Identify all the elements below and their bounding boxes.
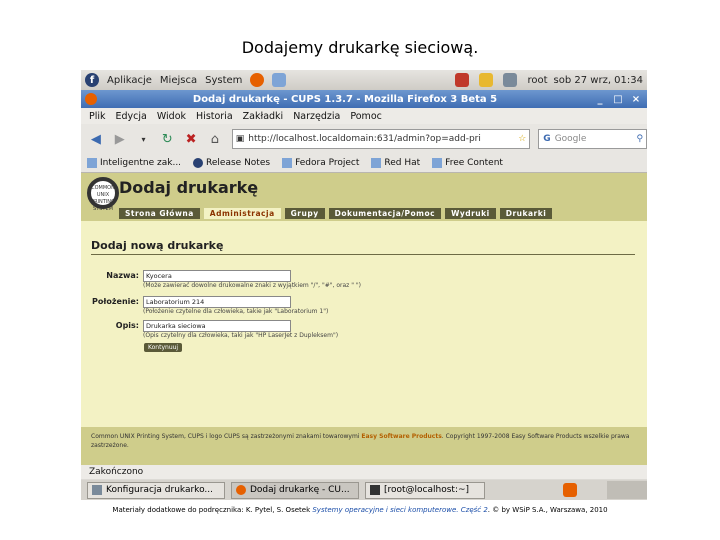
mail-launcher-icon[interactable]	[272, 73, 287, 87]
folder-icon	[432, 158, 443, 168]
fedora-logo-icon[interactable]: f	[85, 73, 99, 87]
home-icon[interactable]: ⌂	[206, 130, 224, 148]
status-bar: Zakończono	[81, 465, 647, 479]
footer-text: Common UNIX Printing System, CUPS i logo…	[91, 433, 630, 449]
user-name: root	[527, 74, 548, 86]
tab-home[interactable]: Strona Główna	[119, 208, 200, 219]
slide-credits: Materiały dodatkowe do podręcznika: K. P…	[112, 506, 608, 514]
network-icon[interactable]	[503, 73, 518, 87]
name-input[interactable]: Kyocera	[143, 270, 291, 282]
search-box[interactable]: G Google ⚲	[538, 129, 647, 149]
bookmark-free-content[interactable]: Free Content	[432, 158, 503, 168]
section-heading: Dodaj nową drukarkę	[91, 239, 224, 252]
bookmark-red-hat[interactable]: Red Hat	[371, 158, 420, 168]
task-terminal[interactable]: [root@localhost:~]	[365, 481, 485, 499]
menu-system[interactable]: System	[205, 75, 242, 86]
continue-button[interactable]: Kontynuuj	[144, 343, 183, 352]
folder-icon	[282, 158, 293, 168]
menu-help[interactable]: Pomoc	[350, 111, 382, 122]
bookmarks-toolbar: Inteligentne zak... Release Notes Fedora…	[81, 154, 647, 173]
menu-history[interactable]: Historia	[196, 111, 233, 122]
slide-title: Dodajemy drukarkę sieciową.	[241, 38, 479, 57]
workspace-switcher[interactable]	[607, 481, 647, 499]
window-titlebar[interactable]: Dodaj drukarkę - CUPS 1.3.7 - Mozilla Fi…	[81, 90, 647, 108]
navigation-toolbar: ◀ ▶ ▾ ↻ ✖ ⌂ ▣ http://localhost.localdoma…	[81, 124, 647, 154]
folder-icon	[371, 158, 382, 168]
description-input[interactable]: Drukarka sieciowa	[143, 320, 291, 332]
stop-icon[interactable]: ✖	[182, 130, 200, 148]
window-title: Dodaj drukarkę - CUPS 1.3.7 - Mozilla Fi…	[192, 93, 498, 105]
tab-administration[interactable]: Administracja	[203, 208, 281, 219]
firefox-icon	[85, 93, 97, 105]
bookmark-smart[interactable]: Inteligentne zak...	[87, 158, 181, 168]
description-hint: (Opis czytelny dla człowieka, taki jak "…	[143, 332, 339, 339]
firefox-icon	[236, 485, 246, 495]
menu-edit[interactable]: Edycja	[116, 111, 147, 122]
name-hint: (Może zawierać dowolne drukowalne znaki …	[143, 282, 361, 289]
page-title: Dodaj drukarkę	[119, 178, 259, 197]
description-label: Opis:	[115, 321, 139, 330]
clock[interactable]: sob 27 wrz, 01:34	[554, 75, 643, 86]
footer-brand-link[interactable]: Easy Software Products	[361, 433, 441, 440]
forward-icon[interactable]: ▶	[111, 130, 129, 148]
printer-icon	[92, 485, 102, 495]
screenshot: f Aplikacje Miejsca System root sob 27 w…	[81, 70, 647, 500]
minimize-button[interactable]: _	[593, 94, 607, 105]
terminal-icon	[370, 485, 380, 495]
tab-documentation[interactable]: Dokumentacja/Pomoc	[328, 208, 442, 219]
history-dropdown-icon[interactable]: ▾	[135, 130, 153, 148]
update-notifier-icon[interactable]	[455, 73, 470, 87]
search-placeholder: Google	[554, 134, 587, 144]
location-hint: (Położenie czytelne dla człowieka, takie…	[143, 308, 329, 315]
cups-tabs: Strona Główna Administracja Grupy Dokume…	[119, 208, 556, 219]
menubar: Plik Edycja Widok Historia Zakładki Narz…	[81, 108, 647, 124]
menu-places[interactable]: Miejsca	[160, 75, 197, 86]
name-label: Nazwa:	[106, 271, 139, 280]
location-input[interactable]: Laboratorium 214	[143, 296, 291, 308]
menu-file[interactable]: Plik	[89, 111, 106, 122]
divider	[91, 254, 635, 255]
back-icon[interactable]: ◀	[87, 130, 105, 148]
task-print-config[interactable]: Konfiguracja drukarko...	[87, 481, 225, 499]
tab-jobs[interactable]: Wydruki	[445, 208, 496, 219]
url-text: http://localhost.localdomain:631/admin?o…	[248, 134, 481, 144]
menu-bookmarks[interactable]: Zakładki	[243, 111, 284, 122]
star-icon[interactable]	[479, 73, 494, 87]
folder-icon	[87, 158, 97, 168]
task-firefox[interactable]: Dodaj drukarkę - CU...	[231, 481, 359, 499]
tab-printers[interactable]: Drukarki	[499, 208, 553, 219]
maximize-button[interactable]: □	[611, 94, 625, 105]
search-icon[interactable]: ⚲	[636, 134, 643, 144]
location-label: Położenie:	[92, 297, 139, 306]
firefox-launcher-icon[interactable]	[250, 73, 265, 87]
cups-header: COMMON UNIX PRINTING SYSTEM Dodaj drukar…	[81, 173, 647, 221]
bookmark-star-icon[interactable]: ☆	[518, 134, 526, 144]
menu-view[interactable]: Widok	[157, 111, 186, 122]
reload-icon[interactable]: ↻	[158, 130, 176, 148]
notification-icon[interactable]	[563, 483, 577, 497]
fedora-icon	[193, 158, 204, 168]
page-content: COMMON UNIX PRINTING SYSTEM Dodaj drukar…	[81, 173, 647, 465]
status-text: Zakończono	[89, 467, 144, 477]
url-bar[interactable]: ▣ http://localhost.localdomain:631/admin…	[231, 129, 531, 149]
taskbar: Konfiguracja drukarko... Dodaj drukarkę …	[81, 480, 647, 500]
menu-applications[interactable]: Aplikacje	[107, 75, 152, 86]
bookmark-fedora-project[interactable]: Fedora Project	[282, 158, 359, 168]
google-icon[interactable]: G	[543, 134, 550, 144]
gnome-top-panel: f Aplikacje Miejsca System root sob 27 w…	[81, 70, 647, 90]
bookmark-release-notes[interactable]: Release Notes	[193, 158, 270, 168]
site-icon: ▣	[235, 134, 245, 144]
close-button[interactable]: ×	[629, 94, 643, 105]
tab-groups[interactable]: Grupy	[284, 208, 325, 219]
cups-footer: Common UNIX Printing System, CUPS i logo…	[81, 427, 647, 465]
menu-tools[interactable]: Narzędzia	[293, 111, 340, 122]
cups-logo: COMMON UNIX PRINTING SYSTEM	[87, 177, 119, 212]
